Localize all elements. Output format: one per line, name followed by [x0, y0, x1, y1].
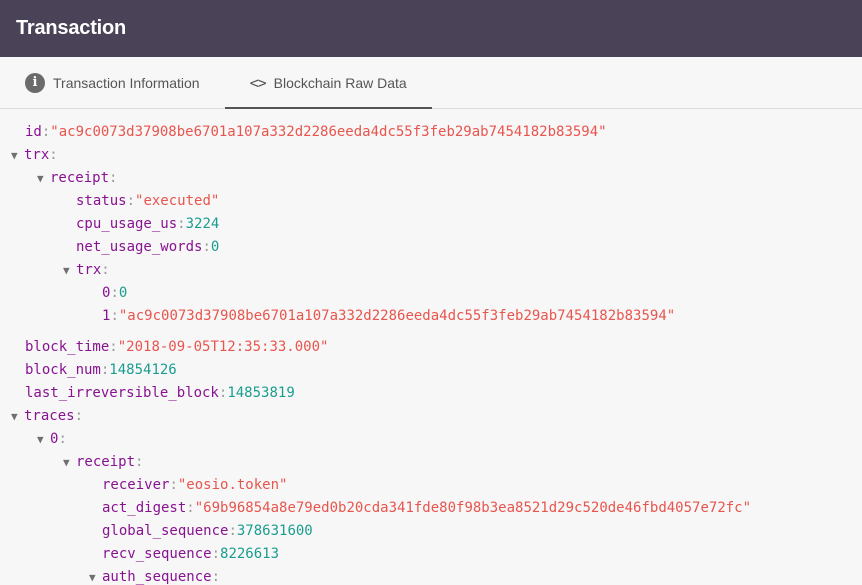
json-value: "69b96854a8e79ed0b20cda341fde80f98b3ea85…: [194, 500, 752, 516]
json-key: receipt: [50, 170, 110, 186]
json-viewer: id:"ac9c0073d37908be6701a107a332d2286eed…: [0, 109, 862, 585]
json-row-cpu-usage: cpu_usage_us:3224: [76, 216, 220, 232]
json-value: 0: [118, 285, 128, 301]
json-key: global_sequence: [102, 523, 229, 539]
json-value: 378631600: [236, 523, 313, 539]
json-row-block-num: block_num:14854126: [25, 362, 177, 378]
json-key: act_digest: [102, 500, 187, 516]
tab-transaction-information[interactable]: i Transaction Information: [0, 57, 225, 108]
tab-bar: i Transaction Information <> Blockchain …: [0, 57, 862, 109]
expand-arrow-icon[interactable]: ▼: [63, 259, 76, 282]
json-key: block_time: [25, 339, 110, 355]
json-row-traces-0[interactable]: ▼ 0:: [0, 428, 862, 451]
json-row-act-digest: act_digest:"69b96854a8e79ed0b20cda341fde…: [102, 500, 752, 516]
json-key: traces: [24, 408, 75, 424]
json-value: 14853819: [227, 385, 295, 401]
json-key: net_usage_words: [76, 239, 203, 255]
json-value: "2018-09-05T12:35:33.000": [117, 339, 329, 355]
expand-arrow-icon[interactable]: ▼: [11, 144, 24, 167]
json-key: status: [76, 193, 127, 209]
json-value: "executed": [135, 193, 220, 209]
json-row-recv-sequence: recv_sequence:8226613: [102, 546, 280, 562]
json-row-receipt[interactable]: ▼ receipt:: [0, 167, 862, 190]
json-key: block_num: [25, 362, 101, 378]
page-title: Transaction: [16, 17, 127, 39]
expand-arrow-icon[interactable]: ▼: [89, 566, 102, 585]
json-value: "eosio.token": [177, 477, 288, 493]
json-key: last_irreversible_block: [25, 385, 219, 401]
expand-arrow-icon[interactable]: ▼: [11, 405, 24, 428]
json-key: id: [25, 124, 42, 140]
json-value: 0: [210, 239, 220, 255]
expand-arrow-icon[interactable]: ▼: [37, 167, 50, 190]
json-row-last-irreversible-block: last_irreversible_block:14853819: [25, 385, 295, 401]
json-row-block-time: block_time:"2018-09-05T12:35:33.000": [25, 339, 329, 355]
json-value: 14854126: [109, 362, 177, 378]
json-row-auth-sequence[interactable]: ▼ auth_sequence:: [0, 566, 862, 585]
json-key: trx: [24, 147, 50, 163]
json-row-id: id:"ac9c0073d37908be6701a107a332d2286eed…: [25, 124, 607, 140]
json-row-net-usage: net_usage_words:0: [76, 239, 220, 255]
json-row-global-sequence: global_sequence:378631600: [102, 523, 313, 539]
expand-arrow-icon[interactable]: ▼: [63, 451, 76, 474]
info-icon: i: [25, 72, 45, 93]
json-key: recv_sequence: [102, 546, 212, 562]
json-row-trace-receipt[interactable]: ▼ receipt:: [0, 451, 862, 474]
json-key: auth_sequence: [102, 569, 212, 585]
app-header: Transaction: [0, 0, 862, 57]
json-key: trx: [76, 262, 102, 278]
json-key: cpu_usage_us: [76, 216, 178, 232]
tab-blockchain-raw-data[interactable]: <> Blockchain Raw Data: [224, 57, 432, 109]
json-row-status: status:"executed": [76, 193, 220, 209]
json-row-trx[interactable]: ▼ trx:: [0, 144, 862, 167]
json-row-trx-0: 0:0: [102, 285, 128, 301]
json-row-inner-trx[interactable]: ▼ trx:: [0, 259, 862, 282]
json-row-traces[interactable]: ▼ traces:: [0, 405, 862, 428]
tab-label: Blockchain Raw Data: [273, 74, 407, 91]
json-value: 8226613: [220, 546, 280, 562]
json-value: "ac9c0073d37908be6701a107a332d2286eeda4d…: [118, 308, 676, 324]
json-key: receiver: [102, 477, 170, 493]
json-value: 3224: [185, 216, 220, 232]
json-row-receiver: receiver:"eosio.token": [102, 477, 288, 493]
expand-arrow-icon[interactable]: ▼: [37, 428, 50, 451]
json-row-trx-1: 1:"ac9c0073d37908be6701a107a332d2286eeda…: [102, 308, 676, 324]
code-icon: <>: [249, 73, 267, 92]
tab-label: Transaction Information: [53, 74, 200, 91]
json-key: receipt: [76, 454, 136, 470]
json-value: "ac9c0073d37908be6701a107a332d2286eeda4d…: [50, 124, 607, 140]
